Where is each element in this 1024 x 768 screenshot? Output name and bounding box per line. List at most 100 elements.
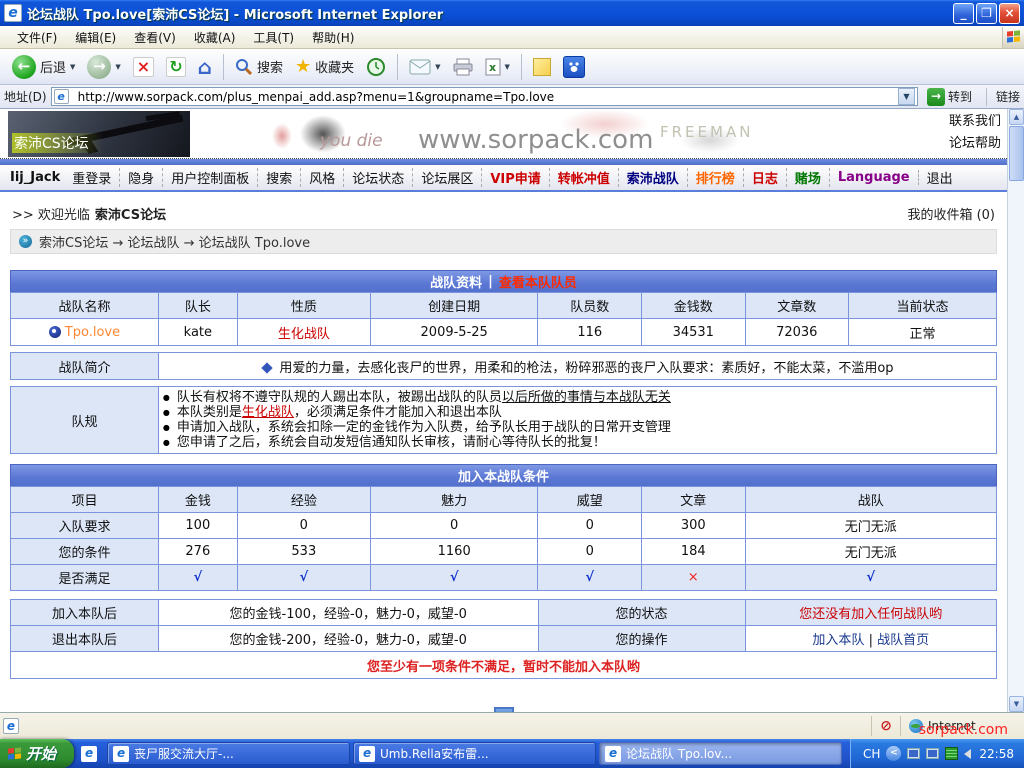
taskbar-window-2[interactable]: e Umb.Rella安布雷...: [353, 742, 596, 765]
join-conditions-table: 项目 金钱 经验 魅力 威望 文章 战队 入队要求 100 0 0 0 300 …: [10, 486, 997, 591]
team-type-cell: 生化战队: [237, 319, 370, 346]
contact-us-link[interactable]: 联系我们: [949, 111, 1001, 133]
inbox-link[interactable]: 我的收件箱 (0): [907, 204, 995, 223]
address-input[interactable]: e http://www.sorpack.com/plus_menpai_add…: [51, 87, 918, 106]
nav-ranking[interactable]: 排行榜: [688, 168, 744, 187]
title-separator: |: [488, 274, 493, 289]
nav-relogin[interactable]: 重登录: [64, 168, 120, 187]
your-condition-label: 您的条件: [11, 539, 159, 565]
team-rules-section: 队规 ● 队长有权将不遵守队规的人踢出本队，被踢出战队的队员以后所做的事情与本战…: [10, 386, 997, 454]
start-button[interactable]: 开始: [0, 739, 74, 768]
scroll-up-arrow[interactable]: ▲: [1009, 109, 1024, 125]
join-team-link[interactable]: 加入本队: [812, 633, 864, 648]
col-item: 项目: [11, 487, 159, 513]
forum-name: 索沛CS论坛: [95, 204, 166, 223]
team-rules-table: 队规 ● 队长有权将不遵守队规的人踢出本队，被踢出战队的队员以后所做的事情与本战…: [10, 386, 997, 454]
forward-button[interactable]: → ▼: [81, 52, 126, 82]
breadcrumb-path[interactable]: 索沛CS论坛 → 论坛战队 → 论坛战队 Tpo.love: [39, 232, 310, 251]
print-button[interactable]: [447, 55, 479, 79]
req-team: 无门无派: [745, 513, 996, 539]
nav-language[interactable]: Language: [830, 170, 919, 185]
home-button[interactable]: ⌂: [192, 54, 218, 80]
edit-button[interactable]: x ▼: [479, 55, 516, 79]
team-name-link[interactable]: Tpo.love: [65, 325, 120, 340]
links-label[interactable]: 链接: [996, 88, 1020, 105]
messenger-button[interactable]: [527, 55, 557, 79]
hide-icons-chevron[interactable]: <: [886, 746, 901, 761]
banner-domain-text: www.sorpack.com: [418, 125, 653, 155]
nav-style[interactable]: 风格: [301, 168, 344, 187]
after-join-effect: 您的金钱-100，经验-0，魅力-0，威望-0: [158, 600, 538, 626]
menu-file[interactable]: 文件(F): [8, 26, 66, 49]
welcome-text: >> 欢迎光临: [12, 204, 90, 223]
col-posts: 文章数: [745, 293, 849, 319]
your-status-label: 您的状态: [538, 600, 745, 626]
favorites-button[interactable]: ★ 收藏夹: [289, 53, 360, 80]
nav-sorpack-teams[interactable]: 索沛战队: [619, 168, 688, 187]
volume-icon[interactable]: [964, 749, 971, 759]
page-favicon: e: [54, 89, 69, 104]
start-label: 开始: [26, 743, 56, 764]
forum-help-link[interactable]: 论坛帮助: [949, 133, 1001, 155]
rule-item: ● 申请加入战队，系统会扣除一定的金钱作为入队费，给予队长用于战队的日常开支管理: [163, 420, 992, 435]
history-button[interactable]: [360, 54, 392, 80]
menu-tools[interactable]: 工具(T): [244, 26, 303, 49]
nav-logout[interactable]: 退出: [919, 168, 961, 187]
nav-forum-zone[interactable]: 论坛展区: [413, 168, 482, 187]
maximize-button[interactable]: ❐: [976, 3, 997, 24]
team-created-cell: 2009-5-25: [370, 319, 538, 346]
check-team: √: [745, 565, 996, 591]
go-button[interactable]: → 转到: [922, 87, 977, 107]
task-1-title: 丧尸服交流大厅-...: [134, 745, 234, 762]
quick-launch-ie-icon[interactable]: e: [81, 746, 97, 762]
close-button[interactable]: ×: [999, 3, 1020, 24]
taskbar-window-3-active[interactable]: e 论坛战队 Tpo.lov...: [599, 742, 842, 765]
clock[interactable]: 22:58: [979, 747, 1014, 761]
browser-toolbar: ← 后退 ▼ → ▼ × ↻ ⌂ 搜索 ★ 收藏夹: [0, 49, 1024, 85]
taskbar-window-1[interactable]: e 丧尸服交流大厅-...: [107, 742, 350, 765]
req-prestige: 0: [538, 513, 642, 539]
menu-favorites[interactable]: 收藏(A): [185, 26, 245, 49]
back-button[interactable]: ← 后退 ▼: [6, 52, 81, 82]
menu-edit[interactable]: 编辑(E): [66, 26, 125, 49]
nav-blog[interactable]: 日志: [744, 168, 787, 187]
nav-forum-status[interactable]: 论坛状态: [344, 168, 413, 187]
nav-transfer[interactable]: 转帐冲值: [550, 168, 619, 187]
menu-view[interactable]: 查看(V): [125, 26, 185, 49]
rule-1-underline: 以后所做的事情与本战队无关: [502, 390, 671, 405]
refresh-button[interactable]: ↻: [160, 54, 191, 80]
team-home-link[interactable]: 战队首页: [877, 633, 929, 648]
stop-button[interactable]: ×: [127, 54, 160, 80]
mail-button[interactable]: ▼: [403, 56, 446, 78]
nav-casino[interactable]: 赌场: [787, 168, 830, 187]
forum-nav-bar: Iij_Jack 重登录 隐身 用户控制面板 搜索 风格 论坛状态 论坛展区 V…: [0, 165, 1007, 192]
team-members-cell: 116: [538, 319, 642, 346]
baidu-button[interactable]: [557, 53, 591, 81]
satisfied-row: 是否满足 √ √ √ √ × √: [11, 565, 997, 591]
nav-search[interactable]: 搜索: [258, 168, 301, 187]
satisfied-label: 是否满足: [11, 565, 159, 591]
minimize-button[interactable]: _: [953, 3, 974, 24]
address-dropdown-icon[interactable]: ▼: [898, 88, 915, 105]
view-members-link[interactable]: 查看本队队员: [499, 272, 577, 291]
search-button[interactable]: 搜索: [229, 54, 289, 79]
scroll-thumb[interactable]: [1009, 126, 1024, 181]
nav-vip-apply[interactable]: VIP申请: [482, 168, 549, 187]
your-prestige: 0: [538, 539, 642, 565]
menu-help[interactable]: 帮助(H): [303, 26, 363, 49]
scroll-down-arrow[interactable]: ▼: [1009, 696, 1024, 712]
network-icon[interactable]: [907, 748, 920, 759]
forum-logo[interactable]: 索沛CS论坛: [8, 111, 190, 157]
back-dropdown-icon[interactable]: ▼: [70, 63, 75, 71]
page-scrollbar[interactable]: ▲ ▼: [1007, 109, 1024, 712]
warning-message: 您至少有一项条件不满足，暂时不能加入本队哟: [11, 652, 997, 679]
app-tray-icon[interactable]: [945, 747, 958, 760]
team-status-cell: 正常: [849, 319, 997, 346]
col-team-name: 战队名称: [11, 293, 159, 319]
biochem-team-link[interactable]: 生化战队: [242, 405, 294, 420]
username[interactable]: Iij_Jack: [10, 170, 60, 185]
language-indicator[interactable]: CH: [863, 747, 880, 761]
nav-user-control-panel[interactable]: 用户控制面板: [163, 168, 258, 187]
network-icon-2[interactable]: [926, 748, 939, 759]
nav-invisible[interactable]: 隐身: [120, 168, 163, 187]
